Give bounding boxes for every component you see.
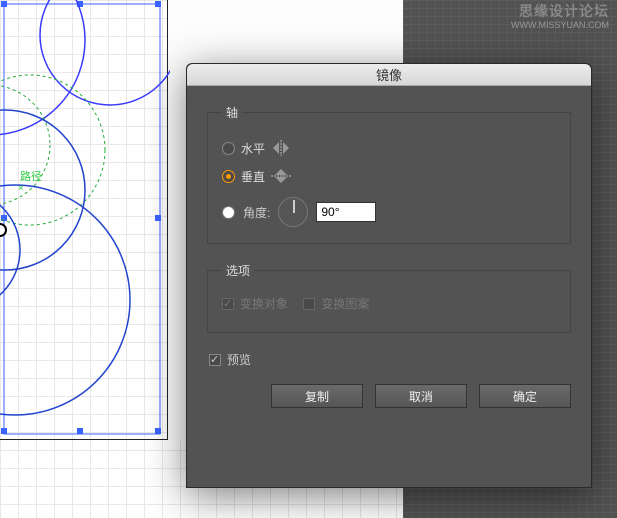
horizontal-radio[interactable] xyxy=(222,142,235,155)
vertical-label[interactable]: 垂直 xyxy=(241,168,265,185)
watermark: 思缘设计论坛 WWW.MISSYUAN.COM xyxy=(511,4,609,32)
transform-patterns-checkbox xyxy=(303,298,315,310)
cancel-button[interactable]: 取消 xyxy=(375,384,467,408)
angle-dial[interactable] xyxy=(278,197,308,227)
vertical-radio[interactable] xyxy=(222,170,235,183)
axis-fieldset: 轴 水平 垂直 角度: xyxy=(207,104,571,244)
dialog-title: 镜像 xyxy=(376,65,402,84)
copy-button[interactable]: 复制 xyxy=(271,384,363,408)
watermark-url: WWW.MISSYUAN.COM xyxy=(511,18,609,32)
dialog-titlebar[interactable]: 镜像 xyxy=(187,64,591,86)
preview-label[interactable]: 预览 xyxy=(227,351,251,368)
options-legend: 选项 xyxy=(222,262,254,279)
angle-input[interactable] xyxy=(316,202,376,222)
artwork[interactable]: 路径 × xyxy=(0,0,170,440)
button-row: 复制 取消 确定 xyxy=(207,384,571,408)
mirror-dialog: 镜像 轴 水平 垂直 角度: xyxy=(186,63,592,488)
ok-button[interactable]: 确定 xyxy=(479,384,571,408)
axis-legend: 轴 xyxy=(222,104,242,121)
watermark-title: 思缘设计论坛 xyxy=(511,4,609,18)
options-fieldset: 选项 变换对象 变换图案 xyxy=(207,262,571,333)
flip-vertical-icon xyxy=(271,168,291,184)
transform-objects-checkbox xyxy=(222,298,234,310)
horizontal-label[interactable]: 水平 xyxy=(241,140,265,157)
angle-radio[interactable] xyxy=(222,206,235,219)
angle-label[interactable]: 角度: xyxy=(243,204,270,221)
flip-horizontal-icon xyxy=(271,140,291,156)
transform-objects-label: 变换对象 xyxy=(240,295,288,312)
transform-patterns-label: 变换图案 xyxy=(321,295,369,312)
path-label: 路径 xyxy=(20,170,42,183)
svg-text:×: × xyxy=(18,183,24,194)
preview-checkbox[interactable] xyxy=(209,354,221,366)
